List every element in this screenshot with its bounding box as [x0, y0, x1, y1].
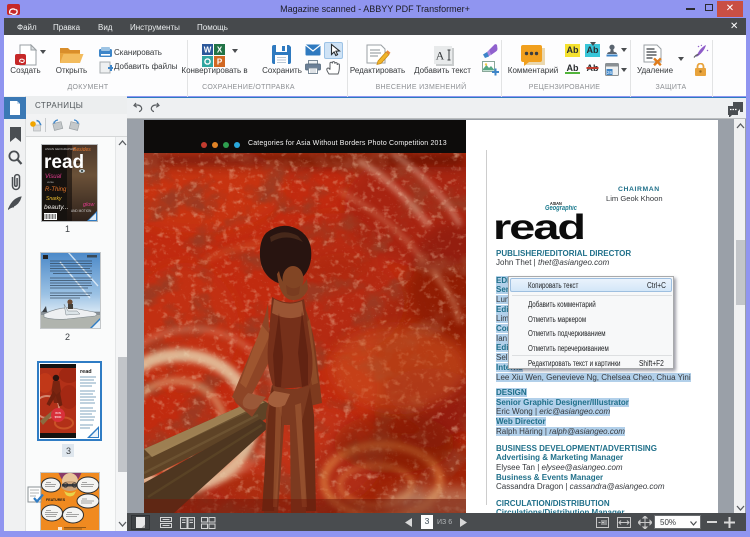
svg-text:26: 26: [607, 70, 613, 75]
svg-text:$500: $500: [55, 415, 62, 419]
svg-text:read: read: [80, 369, 92, 375]
svg-text:X: X: [217, 46, 223, 55]
svg-text:A: A: [436, 49, 445, 63]
svg-text:W: W: [204, 46, 212, 55]
